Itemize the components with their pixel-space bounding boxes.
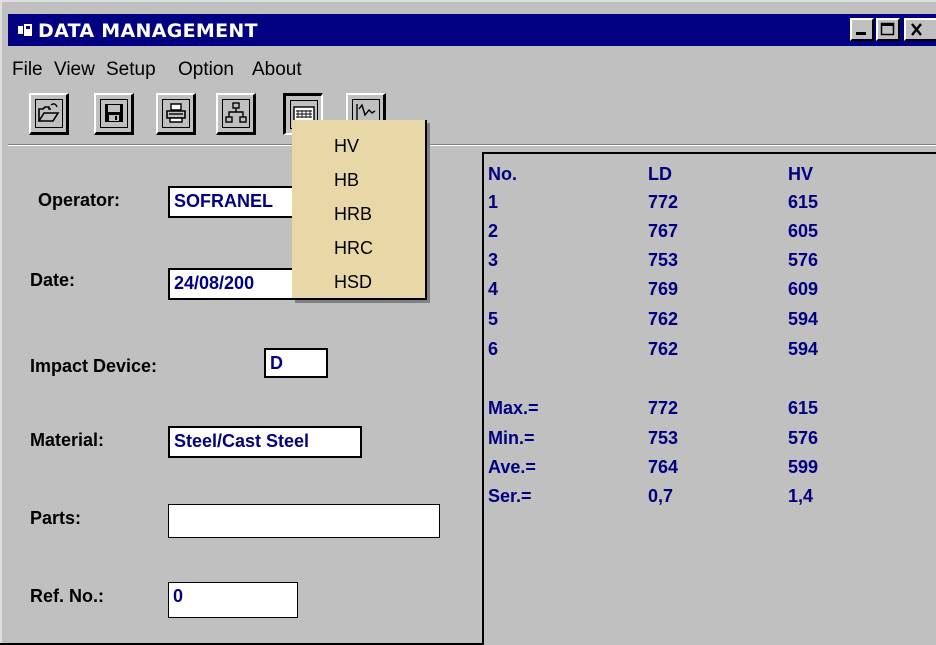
row-hv: 615 xyxy=(788,192,819,212)
minimize-icon xyxy=(856,32,866,35)
open-button[interactable] xyxy=(29,93,69,135)
ref-no-label: Ref. No.: xyxy=(30,586,104,606)
stat-label: Max.= xyxy=(488,398,539,418)
results-panel: No. LD HV 1 772 615 2 767 605 3 753 576 … xyxy=(482,152,936,645)
parts-label: Parts: xyxy=(30,508,82,528)
row-hv: 576 xyxy=(788,250,819,270)
row-ld: 753 xyxy=(648,250,679,270)
menu-view[interactable]: View xyxy=(54,59,95,81)
row-no: 2 xyxy=(488,221,499,241)
network-icon xyxy=(225,102,247,123)
date-field[interactable]: 24/08/200 xyxy=(168,268,298,300)
save-button[interactable] xyxy=(94,93,134,135)
menu-file[interactable]: File xyxy=(12,59,43,81)
row-hv: 594 xyxy=(788,309,819,329)
row-no: 6 xyxy=(488,339,499,359)
row-ld: 772 xyxy=(648,192,679,212)
impact-device-label: Impact Device: xyxy=(30,356,158,376)
maximize-button[interactable] xyxy=(876,18,900,41)
hardness-scale-menu: HV HB HRB HRC HSD xyxy=(292,120,427,300)
print-button[interactable] xyxy=(156,93,196,135)
parts-field[interactable] xyxy=(168,504,440,538)
stat-label: Min.= xyxy=(488,428,535,448)
stat-hv: 576 xyxy=(788,428,819,448)
minimize-button[interactable] xyxy=(850,18,874,41)
scale-option-hrb[interactable]: HRB xyxy=(334,204,372,225)
scale-option-hb[interactable]: HB xyxy=(334,170,359,191)
scale-option-hrc[interactable]: HRC xyxy=(334,238,373,259)
stat-ld: 764 xyxy=(648,457,679,477)
stat-ld: 0,7 xyxy=(648,486,674,506)
stat-hv: 599 xyxy=(788,457,819,477)
stat-ld: 772 xyxy=(648,398,679,418)
menu-setup[interactable]: Setup xyxy=(106,59,156,81)
scale-option-hsd[interactable]: HSD xyxy=(334,272,372,293)
row-no: 5 xyxy=(488,309,499,329)
row-ld: 762 xyxy=(648,339,679,359)
stat-label: Ave.= xyxy=(488,457,536,477)
material-field[interactable]: Steel/Cast Steel xyxy=(168,426,362,458)
app-icon xyxy=(18,24,32,36)
title-bar[interactable]: DATA MANAGEMENT xyxy=(8,14,936,46)
network-button[interactable] xyxy=(216,93,256,135)
menu-about[interactable]: About xyxy=(252,59,302,81)
header-ld: LD xyxy=(648,164,672,184)
close-button[interactable] xyxy=(904,18,936,41)
close-icon xyxy=(911,23,922,36)
material-label: Material: xyxy=(30,430,105,450)
open-folder-icon xyxy=(37,103,60,122)
operator-field[interactable]: SOFRANEL xyxy=(168,186,298,218)
scale-option-hv[interactable]: HV xyxy=(334,136,359,157)
data-management-window: DATA MANAGEMENT File View Setup Option A… xyxy=(0,0,936,645)
impact-device-field[interactable]: D xyxy=(264,348,328,378)
row-hv: 609 xyxy=(788,279,819,299)
row-no: 3 xyxy=(488,250,499,270)
header-hv: HV xyxy=(788,164,814,184)
menu-bar: File View Setup Option About xyxy=(8,52,936,88)
stat-label: Ser.= xyxy=(488,486,532,506)
stat-hv: 615 xyxy=(788,398,819,418)
row-ld: 762 xyxy=(648,309,679,329)
print-icon xyxy=(166,103,186,123)
menu-option[interactable]: Option xyxy=(178,59,234,81)
stat-ld: 753 xyxy=(648,428,679,448)
row-no: 1 xyxy=(488,192,499,212)
maximize-icon xyxy=(880,22,895,36)
row-hv: 605 xyxy=(788,221,819,241)
toolbar xyxy=(8,90,936,144)
date-label: Date: xyxy=(30,270,76,290)
row-no: 4 xyxy=(488,279,499,299)
row-ld: 769 xyxy=(648,279,679,299)
row-ld: 767 xyxy=(648,221,679,241)
ref-no-field[interactable]: 0 xyxy=(168,582,298,618)
operator-label: Operator: xyxy=(38,190,121,210)
save-disk-icon xyxy=(105,104,123,122)
toolbar-divider xyxy=(8,144,936,146)
stat-hv: 1,4 xyxy=(788,486,814,506)
row-hv: 594 xyxy=(788,339,819,359)
window-title: DATA MANAGEMENT xyxy=(38,20,258,42)
header-no: No. xyxy=(488,164,517,184)
